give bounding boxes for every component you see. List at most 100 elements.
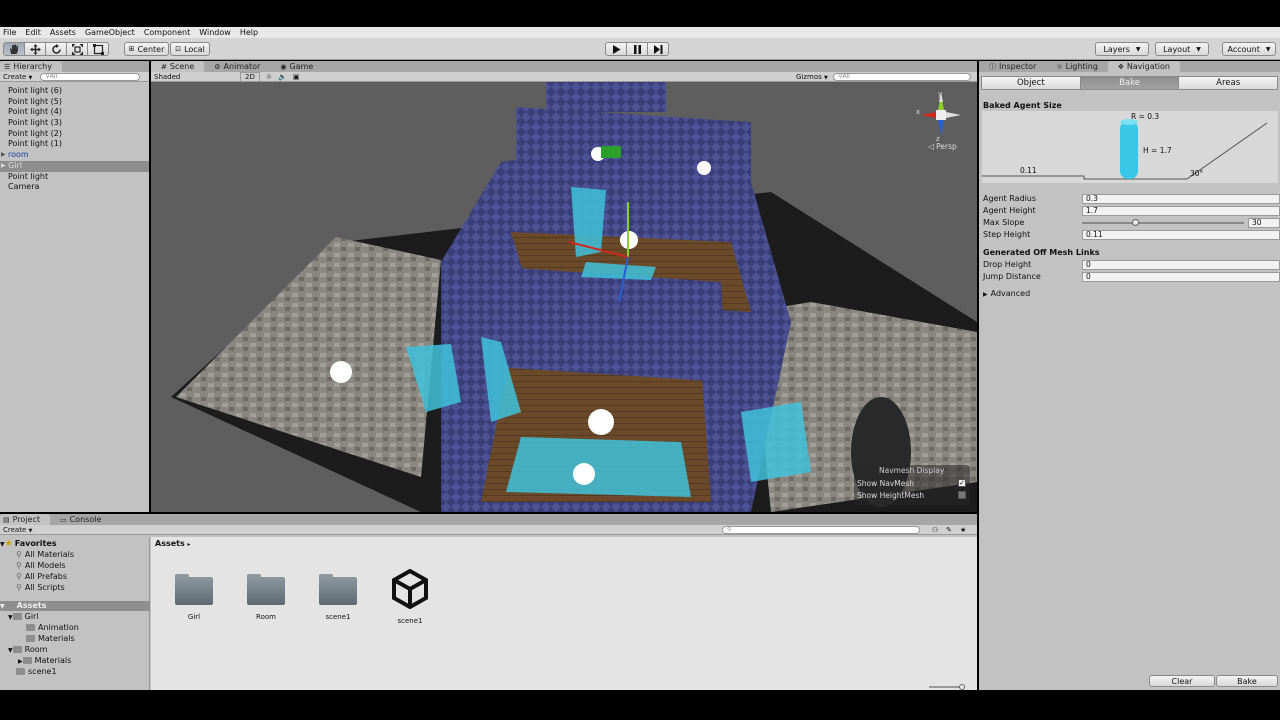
tree-folder-label: Room — [24, 645, 48, 654]
advanced-label: Advanced — [990, 289, 1031, 298]
hierarchy-item[interactable]: Point light (1) — [0, 139, 149, 150]
tab-areas[interactable]: Areas — [1178, 76, 1279, 90]
advanced-foldout[interactable]: ▶ Advanced — [983, 289, 1030, 298]
lighting-toggle-icon[interactable]: ☼ — [266, 73, 272, 81]
tab-navigation[interactable]: ✥ Navigation — [1107, 61, 1180, 72]
max-slope-slider[interactable] — [1082, 219, 1244, 226]
hierarchy-item-room[interactable]: ▶ room — [0, 150, 149, 161]
hierarchy-item[interactable]: Point light (6) — [0, 86, 149, 97]
create-label: Create — [3, 72, 27, 81]
favorites-root[interactable]: ▼★ Favorites — [0, 539, 57, 549]
hierarchy-item-girl[interactable]: ▶ Girl — [0, 160, 149, 172]
show-heightmesh-checkbox[interactable] — [958, 491, 966, 499]
tab-animator[interactable]: ⚙ Animator — [204, 61, 270, 72]
scale-tool-button[interactable] — [66, 42, 88, 56]
tab-scene[interactable]: # Scene — [151, 61, 205, 72]
persp-label[interactable]: ◁ Persp — [928, 142, 957, 151]
orientation-gizmo[interactable]: y x z ◁ Persp — [916, 90, 966, 151]
create-dropdown[interactable]: Create ▼ — [3, 73, 32, 81]
favorite-item[interactable]: ⚲ All Models — [16, 561, 66, 571]
icon-size-slider[interactable] — [929, 684, 965, 690]
breadcrumb[interactable]: Assets ▸ — [155, 539, 191, 548]
max-slope-field[interactable]: 30 — [1248, 218, 1280, 228]
slider-thumb[interactable] — [959, 684, 965, 690]
menu-help[interactable]: Help — [240, 28, 258, 37]
hierarchy-item[interactable]: Point light — [0, 172, 149, 183]
tree-folder-room-materials[interactable]: ▶ Materials — [18, 656, 71, 666]
favorite-item[interactable]: ⚲ All Prefabs — [16, 572, 67, 582]
menu-gameobject[interactable]: GameObject — [85, 28, 135, 37]
agent-height-field[interactable]: 1.7 — [1082, 206, 1280, 216]
menu-component[interactable]: Component — [144, 28, 190, 37]
tab-game[interactable]: ◉ Game — [270, 61, 323, 72]
project-search-input[interactable]: ⚲ — [722, 525, 920, 534]
persp-text: Persp — [936, 142, 957, 151]
jump-distance-label: Jump Distance — [983, 272, 1041, 281]
slider-thumb[interactable] — [1131, 219, 1139, 226]
pivot-center-button[interactable]: ⊞ Center — [124, 42, 169, 56]
asset-item[interactable]: Room — [236, 574, 296, 621]
create-dropdown[interactable]: Create ▼ — [3, 526, 32, 534]
menu-window[interactable]: Window — [199, 28, 231, 37]
space-local-button[interactable]: ⊡ Local — [170, 42, 210, 56]
tree-folder-scene1[interactable]: scene1 — [16, 667, 57, 677]
layout-dropdown[interactable]: Layout ▼ — [1155, 42, 1209, 56]
favorite-item[interactable]: ⚲ All Scripts — [16, 583, 65, 593]
menu-edit[interactable]: Edit — [25, 28, 41, 37]
tab-console[interactable]: ▭ Console — [50, 514, 111, 525]
asset-item[interactable]: scene1 — [380, 569, 440, 625]
bake-button[interactable]: Bake — [1216, 675, 1278, 687]
asset-item[interactable]: scene1 — [308, 574, 368, 621]
tab-bake[interactable]: Bake — [1079, 76, 1180, 90]
hierarchy-item[interactable]: Camera — [0, 182, 149, 193]
tree-folder-animation[interactable]: Animation — [26, 623, 79, 633]
tree-folder-room[interactable]: ▼ Room — [8, 645, 47, 655]
toggle-2d-button[interactable]: 2D — [240, 71, 260, 82]
pause-button[interactable] — [626, 42, 648, 56]
tree-folder-materials[interactable]: Materials — [26, 634, 75, 644]
assets-root[interactable]: ▼ Assets — [0, 601, 150, 611]
rect-tool-button[interactable] — [87, 42, 109, 56]
step-height-field[interactable]: 0.11 — [1082, 230, 1280, 240]
tab-lighting[interactable]: ☼ Lighting — [1046, 61, 1108, 72]
drop-height-field[interactable]: 0 — [1082, 260, 1280, 270]
hierarchy-search-input[interactable]: ⚲ All — [40, 72, 141, 81]
clear-button[interactable]: Clear — [1149, 675, 1215, 687]
expand-arrow-icon[interactable]: ▶ — [1, 161, 6, 172]
jump-distance-field[interactable]: 0 — [1082, 272, 1280, 282]
shading-mode-dropdown[interactable]: Shaded — [154, 73, 234, 81]
hierarchy-item[interactable]: Point light (5) — [0, 97, 149, 108]
tab-inspector[interactable]: ⓘ Inspector — [979, 61, 1046, 72]
scene-search-input[interactable]: ⚲ All — [833, 72, 971, 81]
agent-radius-field[interactable]: 0.3 — [1082, 194, 1280, 204]
rotate-tool-button[interactable] — [45, 42, 67, 56]
tab-object[interactable]: Object — [981, 76, 1081, 90]
menu-file[interactable]: File — [3, 28, 16, 37]
expand-arrow-icon: ▶ — [18, 658, 23, 665]
menu-assets[interactable]: Assets — [50, 28, 76, 37]
step-button[interactable] — [647, 42, 669, 56]
hand-tool-button[interactable] — [3, 42, 25, 56]
favorite-star-icon[interactable]: ★ — [960, 526, 966, 534]
favorite-item[interactable]: ⚲ All Materials — [16, 550, 74, 560]
tab-hierarchy[interactable]: ☰ Hierarchy — [0, 61, 62, 72]
move-tool-button[interactable] — [24, 42, 46, 56]
play-button[interactable] — [605, 42, 627, 56]
hierarchy-item[interactable]: Point light (3) — [0, 118, 149, 129]
scene-viewport[interactable]: y x z ◁ Persp — [151, 82, 977, 512]
tab-project[interactable]: ▤ Project — [0, 514, 50, 525]
filter-type-icon[interactable]: ⚇ — [932, 526, 938, 534]
account-dropdown[interactable]: Account ▼ — [1222, 42, 1276, 56]
asset-item[interactable]: Girl — [164, 574, 224, 621]
audio-toggle-icon[interactable]: 🔈 — [278, 73, 287, 81]
hierarchy-item[interactable]: Point light (2) — [0, 129, 149, 140]
layers-dropdown[interactable]: Layers ▼ — [1095, 42, 1149, 56]
expand-arrow-icon[interactable]: ▶ — [1, 150, 6, 161]
gizmos-dropdown[interactable]: Gizmos ▼ — [796, 73, 828, 81]
hierarchy-item[interactable]: Point light (4) — [0, 107, 149, 118]
project-toolbar: Create ▼ ⚲ ⚇ ✎ ★ — [0, 525, 977, 535]
show-navmesh-checkbox[interactable]: ✓ — [958, 479, 966, 487]
filter-label-icon[interactable]: ✎ — [946, 526, 952, 534]
effects-toggle-icon[interactable]: ▣ — [293, 73, 300, 81]
tree-folder-girl[interactable]: ▼ Girl — [8, 612, 39, 622]
